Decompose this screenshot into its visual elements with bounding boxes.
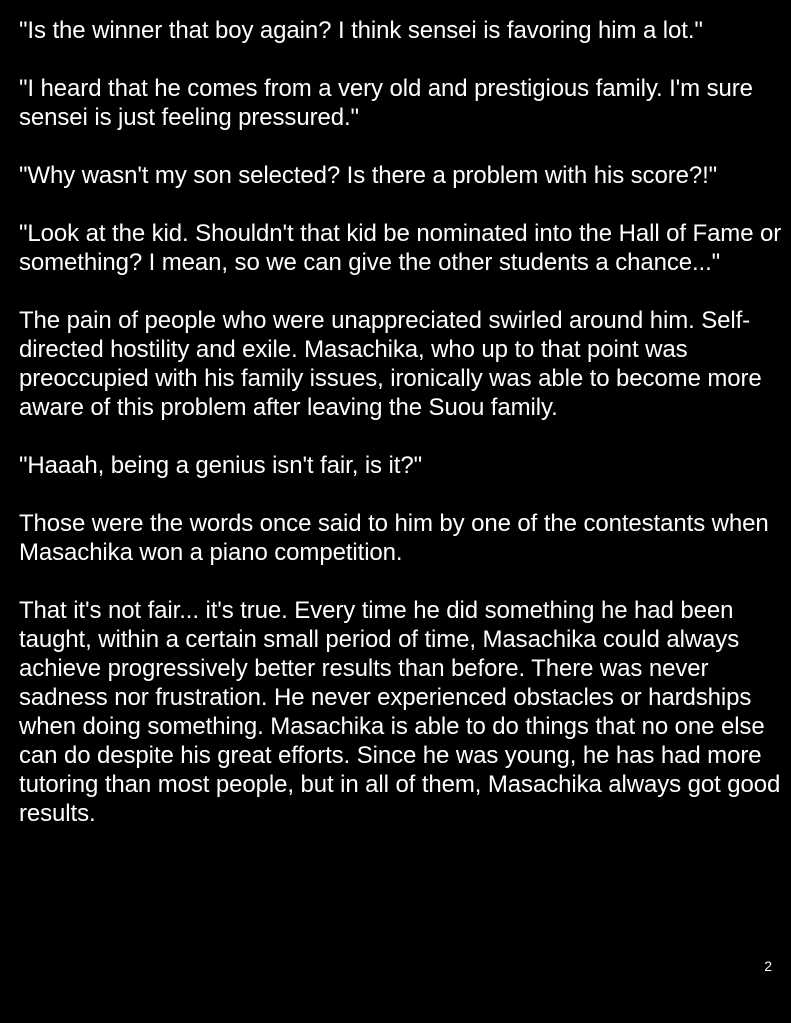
paragraph-8: That it's not fair... it's true. Every t… (19, 597, 781, 827)
paragraph-2: "I heard that he comes from a very old a… (19, 75, 753, 131)
paragraph-3: "Why wasn't my son selected? Is there a … (19, 162, 718, 189)
paragraph-6: "Haaah, being a genius isn't fair, is it… (19, 452, 422, 479)
paragraph-7: Those were the words once said to him by… (19, 510, 769, 566)
paragraph-4: "Look at the kid. Shouldn't that kid be … (19, 220, 782, 276)
paragraph-5: The pain of people who were unappreciate… (19, 307, 762, 421)
document-body: "Is the winner that boy again? I think s… (19, 16, 785, 857)
paragraph-1: "Is the winner that boy again? I think s… (19, 17, 703, 44)
page-number: 2 (764, 958, 772, 974)
